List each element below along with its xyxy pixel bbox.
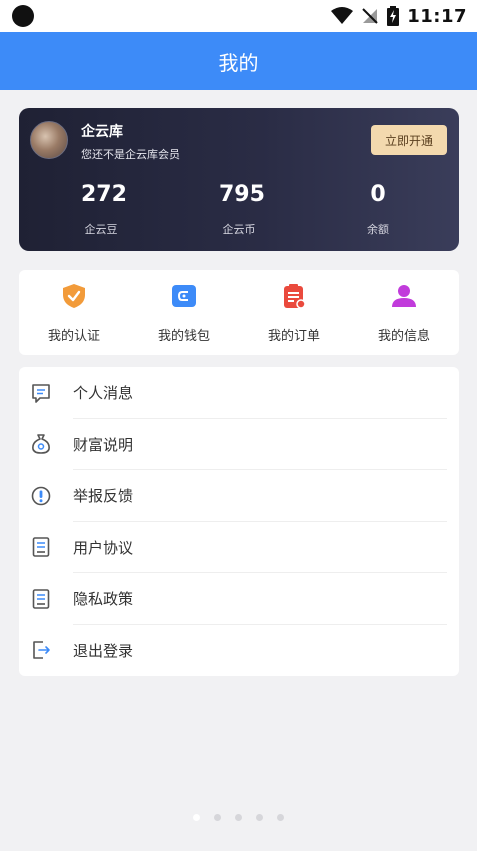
- alert-icon: [30, 485, 52, 507]
- stat-beans[interactable]: 272 企云豆: [81, 182, 127, 237]
- page-indicator: [0, 814, 477, 821]
- avatar[interactable]: [30, 121, 68, 159]
- menu-item-label: 个人消息: [73, 384, 134, 403]
- document-icon: [30, 536, 52, 558]
- stat-coins[interactable]: 795 企云币: [219, 182, 265, 237]
- page-dot[interactable]: [235, 814, 242, 821]
- user-name: 企云库: [81, 124, 123, 140]
- member-card: 企云库 您还不是企云库会员 立即开通 272 企云豆 795 企云币 0 余额: [19, 108, 459, 251]
- settings-menu: 个人消息 财富说明 举报反馈 用户协议 隐私政策 退出登录: [19, 367, 459, 676]
- wifi-icon: [331, 7, 354, 24]
- stat-value: 272: [81, 182, 127, 207]
- shortcut-label: 我的钱包: [157, 329, 210, 344]
- notification-dot-icon: [12, 5, 34, 27]
- stat-value: 795: [219, 182, 265, 207]
- menu-item-label: 隐私政策: [73, 590, 134, 609]
- menu-item-user-agreement[interactable]: 用户协议: [19, 522, 459, 573]
- status-icons: 11:17: [331, 0, 467, 32]
- message-icon: [30, 382, 52, 404]
- menu-item-messages[interactable]: 个人消息: [19, 367, 459, 419]
- stat-label: 企云币: [222, 223, 256, 236]
- menu-item-privacy-policy[interactable]: 隐私政策: [19, 573, 459, 625]
- menu-item-label: 举报反馈: [73, 487, 134, 506]
- menu-item-report[interactable]: 举报反馈: [19, 470, 459, 522]
- wallet-icon: [171, 283, 197, 309]
- shortcut-certification[interactable]: 我的认证: [19, 270, 129, 355]
- member-status-text: 您还不是企云库会员: [81, 148, 180, 161]
- menu-item-wealth[interactable]: 财富说明: [19, 419, 459, 470]
- status-bar: 11:17: [0, 0, 477, 32]
- menu-item-label: 退出登录: [73, 641, 134, 660]
- title-bar: 我的: [0, 32, 477, 90]
- open-membership-button[interactable]: 立即开通: [371, 125, 447, 155]
- no-signal-icon: [362, 8, 378, 24]
- page-title: 我的: [218, 50, 259, 75]
- menu-item-label: 用户协议: [73, 538, 134, 557]
- stat-value: 0: [370, 182, 386, 207]
- shortcut-wallet[interactable]: 我的钱包: [129, 270, 239, 355]
- menu-item-label: 财富说明: [73, 435, 134, 454]
- shortcut-grid: 我的认证 我的钱包 我的订单 我的信息: [19, 270, 459, 355]
- menu-item-logout[interactable]: 退出登录: [19, 625, 459, 677]
- shortcut-info[interactable]: 我的信息: [349, 270, 459, 355]
- page-dot[interactable]: [214, 814, 221, 821]
- stat-label: 企云豆: [84, 223, 118, 236]
- status-time: 11:17: [407, 5, 467, 27]
- page-dot[interactable]: [193, 814, 200, 821]
- shortcut-label: 我的认证: [47, 329, 100, 344]
- stat-balance[interactable]: 0 余额: [362, 182, 394, 237]
- person-icon: [391, 283, 417, 309]
- clipboard-icon: [281, 283, 307, 309]
- shield-check-icon: [61, 283, 87, 309]
- document-icon: [30, 588, 52, 610]
- shortcut-orders[interactable]: 我的订单: [239, 270, 349, 355]
- battery-charging-icon: [387, 6, 400, 26]
- page-dot[interactable]: [256, 814, 263, 821]
- shortcut-label: 我的订单: [267, 329, 320, 344]
- logout-icon: [30, 639, 52, 661]
- page-dot[interactable]: [277, 814, 284, 821]
- money-bag-icon: [30, 433, 52, 455]
- shortcut-label: 我的信息: [377, 329, 430, 344]
- stat-label: 余额: [367, 223, 389, 236]
